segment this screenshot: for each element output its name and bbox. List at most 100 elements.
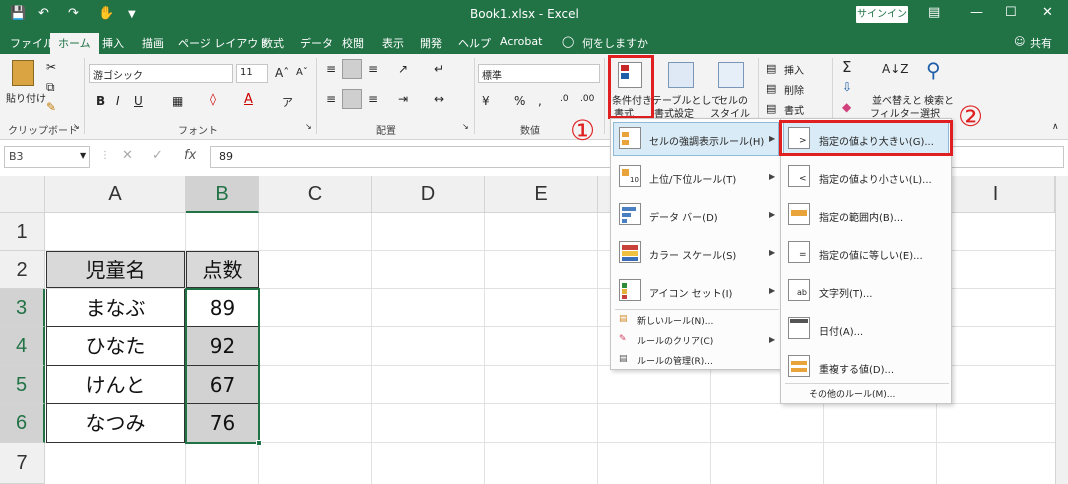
align-left-icon[interactable]: ≡: [326, 92, 336, 106]
tab-developer[interactable]: 開発: [420, 35, 442, 51]
cell-b2[interactable]: 点数: [186, 251, 259, 288]
tell-me-search[interactable]: 何をしますか: [582, 35, 648, 51]
menu-item-text-contains[interactable]: 文字列(T)...: [819, 285, 872, 300]
bold-icon[interactable]: B: [96, 94, 105, 108]
redo-icon[interactable]: ↷: [68, 6, 79, 21]
decrease-font-icon[interactable]: Aˇ: [296, 67, 308, 78]
cell-a2[interactable]: 児童名: [46, 251, 185, 288]
clear-icon[interactable]: ◆: [842, 100, 851, 114]
phonetic-icon[interactable]: ア: [282, 94, 293, 110]
merge-center-icon[interactable]: ↔: [434, 92, 444, 106]
increase-decimal-icon[interactable]: .0: [560, 94, 569, 104]
tab-data[interactable]: データ: [300, 35, 333, 51]
save-icon[interactable]: 💾: [10, 6, 26, 21]
format-painter-icon[interactable]: ✎: [46, 100, 56, 114]
clipboard-launcher-icon[interactable]: ↘: [73, 122, 80, 131]
menu-item-between[interactable]: 指定の範囲内(B)...: [819, 209, 903, 224]
fill-handle[interactable]: [256, 440, 262, 446]
tab-file[interactable]: ファイル: [10, 35, 54, 51]
font-color-icon[interactable]: A: [244, 92, 253, 107]
cell-a3[interactable]: まなぶ: [46, 289, 185, 327]
number-format-combo[interactable]: 標準: [478, 64, 600, 83]
wrap-text-icon[interactable]: ↵: [434, 62, 444, 76]
font-launcher-icon[interactable]: ↘: [305, 122, 312, 131]
row-header-6[interactable]: 6: [0, 404, 45, 443]
collapse-ribbon-icon[interactable]: ∧: [1052, 122, 1059, 132]
cancel-icon[interactable]: ✕: [122, 148, 133, 163]
menu-item-data-bars[interactable]: データ バー(D): [649, 209, 718, 224]
tab-insert[interactable]: 挿入: [102, 35, 124, 51]
column-header-i[interactable]: I: [937, 176, 1055, 213]
insert-cells-button[interactable]: 挿入: [784, 62, 804, 77]
delete-cells-button[interactable]: 削除: [784, 82, 804, 97]
undo-icon[interactable]: ↶: [38, 6, 49, 21]
column-header-c[interactable]: C: [259, 176, 372, 213]
paste-button-label[interactable]: 貼り付け: [6, 90, 46, 105]
align-top-icon[interactable]: ≡: [326, 62, 336, 76]
delete-cells-icon[interactable]: ▤: [766, 82, 776, 95]
align-center-icon[interactable]: [342, 89, 362, 109]
autosum-icon[interactable]: Σ: [842, 58, 851, 76]
row-header-4[interactable]: 4: [0, 327, 45, 366]
menu-item-highlight-rules[interactable]: セルの強調表示ルール(H): [649, 133, 764, 148]
tab-formulas[interactable]: 数式: [262, 35, 284, 51]
comma-icon[interactable]: ,: [538, 94, 542, 108]
sort-filter-icon[interactable]: A↓Z: [882, 62, 908, 76]
menu-item-less-than[interactable]: 指定の値より小さい(L)...: [819, 171, 932, 186]
menu-item-top-bottom-rules[interactable]: 上位/下位ルール(T): [649, 171, 736, 186]
row-header-5[interactable]: 5: [0, 366, 45, 404]
alignment-launcher-icon[interactable]: ↘: [462, 122, 469, 131]
share-button[interactable]: 共有: [1030, 35, 1052, 51]
borders-icon[interactable]: ▦: [172, 94, 183, 108]
insert-cells-icon[interactable]: ▤: [766, 62, 776, 75]
tab-view[interactable]: 表示: [382, 35, 404, 51]
font-size-combo[interactable]: 11: [236, 64, 268, 83]
tab-review[interactable]: 校閲: [342, 35, 364, 51]
column-header-b[interactable]: B: [186, 176, 259, 213]
align-right-icon[interactable]: ≡: [368, 92, 378, 106]
copy-icon[interactable]: ⧉: [46, 80, 55, 95]
maximize-button[interactable]: ☐: [1005, 5, 1017, 20]
insert-function-icon[interactable]: fx: [184, 148, 196, 163]
format-as-table-icon[interactable]: [668, 62, 694, 88]
tab-page-layout[interactable]: ページ レイアウト: [178, 35, 269, 51]
align-bottom-icon[interactable]: ≡: [368, 62, 378, 76]
menu-item-clear-rules[interactable]: ルールのクリア(C): [637, 334, 713, 347]
fill-icon[interactable]: ⇩: [842, 80, 852, 94]
tab-home[interactable]: ホーム: [50, 33, 99, 54]
decrease-decimal-icon[interactable]: .00: [580, 94, 594, 104]
fill-color-icon[interactable]: ◊: [210, 92, 216, 106]
column-header-d[interactable]: D: [372, 176, 485, 213]
menu-item-equal-to[interactable]: 指定の値に等しい(E)...: [819, 247, 923, 262]
tab-acrobat[interactable]: Acrobat: [500, 35, 542, 48]
menu-item-more-rules[interactable]: その他のルール(M)...: [809, 387, 895, 400]
font-name-combo[interactable]: 游ゴシック: [89, 64, 233, 83]
touch-mode-icon[interactable]: ✋: [98, 6, 114, 21]
customize-qat-icon[interactable]: ▼: [128, 9, 136, 20]
cell-a6[interactable]: なつみ: [46, 404, 185, 443]
cut-icon[interactable]: ✂: [46, 60, 56, 74]
minimize-button[interactable]: —: [970, 5, 983, 20]
enter-icon[interactable]: ✓: [152, 148, 163, 163]
tab-draw[interactable]: 描画: [142, 35, 164, 51]
cell-styles-icon[interactable]: [718, 62, 744, 88]
column-header-e[interactable]: E: [485, 176, 598, 213]
close-button[interactable]: ✕: [1042, 5, 1053, 20]
tab-help[interactable]: ヘルプ: [458, 35, 491, 51]
menu-item-icon-sets[interactable]: アイコン セット(I): [649, 285, 732, 300]
vertical-scrollbar[interactable]: [1055, 176, 1068, 484]
row-header-1[interactable]: 1: [0, 213, 45, 251]
select-all-corner[interactable]: [0, 176, 45, 213]
signin-button[interactable]: サインイン: [856, 6, 908, 23]
search-icon[interactable]: ⚲: [926, 58, 941, 82]
increase-font-icon[interactable]: Aˆ: [275, 66, 289, 80]
underline-icon[interactable]: U: [134, 94, 143, 108]
name-box[interactable]: B3: [4, 146, 90, 168]
row-header-3[interactable]: 3: [0, 289, 45, 327]
column-header-a[interactable]: A: [45, 176, 186, 213]
row-header-7[interactable]: 7: [0, 443, 45, 484]
ribbon-display-options-icon[interactable]: ▤: [928, 5, 940, 20]
align-middle-icon[interactable]: [342, 59, 362, 79]
indent-icon[interactable]: ⇥: [398, 92, 408, 106]
currency-icon[interactable]: ¥: [482, 94, 490, 108]
